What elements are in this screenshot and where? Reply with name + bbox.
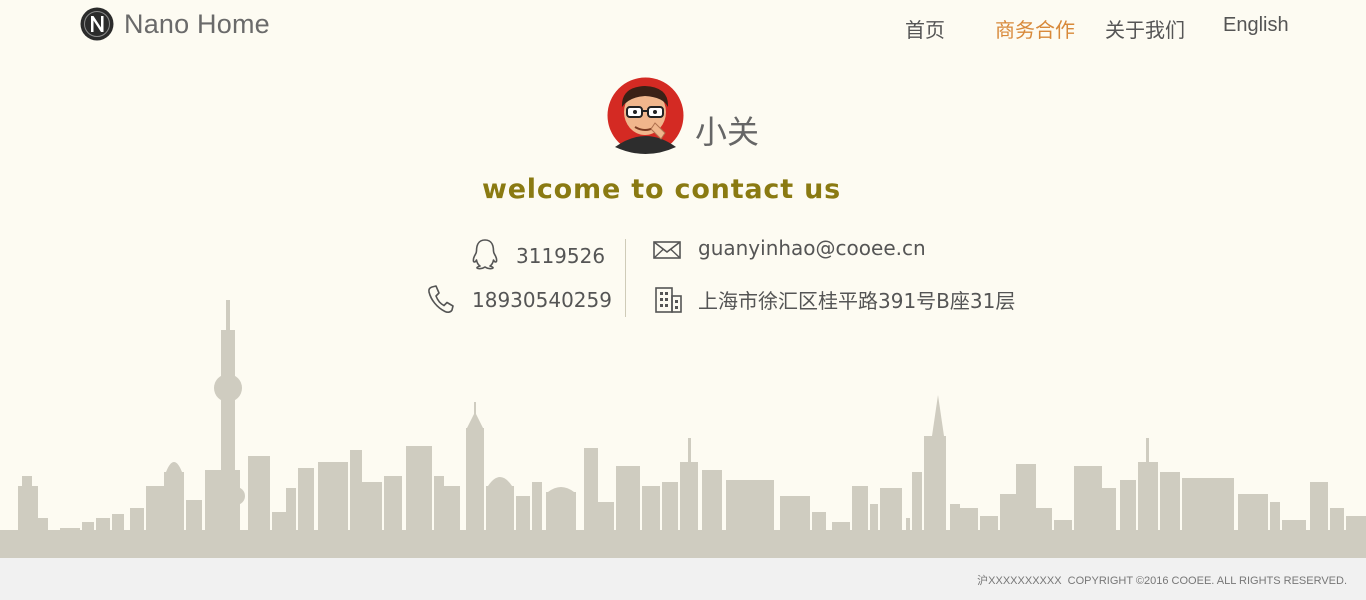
nav-item-home[interactable]: 首页	[905, 14, 945, 43]
profile-name: 小关	[695, 113, 760, 151]
nav-item-business[interactable]: 商务合作	[995, 14, 1075, 43]
footer-legal: 沪XXXXXXXXXX COPYRIGHT ©2016 COOEE. ALL R…	[977, 572, 1347, 588]
city-skyline-illustration	[0, 300, 1366, 560]
site-footer: 沪XXXXXXXXXX COPYRIGHT ©2016 COOEE. ALL R…	[0, 558, 1366, 600]
qq-penguin-icon	[472, 239, 498, 270]
icp-number: 沪XXXXXXXXXX	[977, 575, 1062, 587]
nav-item-english[interactable]: English	[1223, 14, 1289, 37]
qq-number: 3119526	[516, 244, 606, 268]
cartoon-avatar-icon	[607, 77, 684, 154]
envelope-icon	[653, 241, 681, 259]
contact-email: guanyinhao@cooee.cn	[653, 236, 926, 261]
nav-item-about[interactable]: 关于我们	[1105, 14, 1185, 43]
brand-name: Nano Home	[124, 8, 270, 39]
brand-logo-link[interactable]: Nano Home	[80, 7, 270, 41]
copyright-text: COPYRIGHT ©2016 COOEE. ALL RIGHTS RESERV…	[1067, 575, 1347, 587]
welcome-heading: welcome to contact us	[481, 174, 842, 205]
profile-block: 小关	[607, 77, 759, 154]
email-address[interactable]: guanyinhao@cooee.cn	[698, 236, 926, 260]
contact-qq: 3119526	[471, 238, 605, 270]
site-header: Nano Home 首页 商务合作 关于我们 English	[0, 0, 1366, 56]
n-logo-icon	[80, 7, 114, 41]
